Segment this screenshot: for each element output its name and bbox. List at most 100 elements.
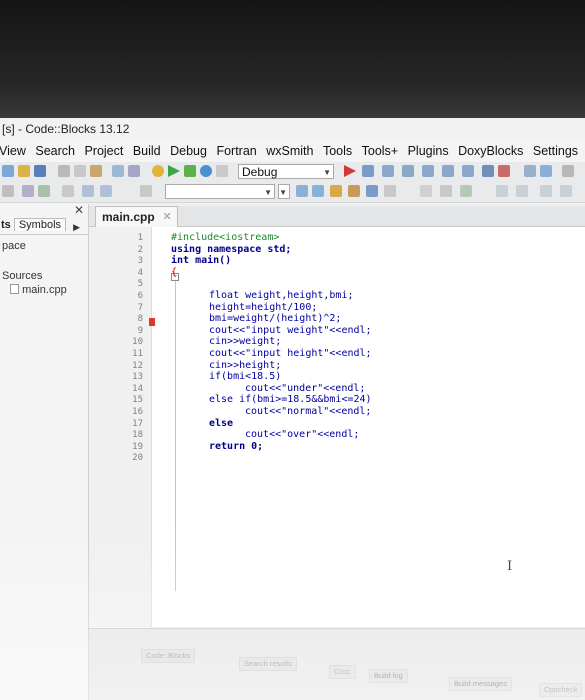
log-tab-cccc[interactable]: Cccc xyxy=(329,665,356,679)
file-node-main-cpp[interactable]: main.cpp xyxy=(10,284,67,296)
menu-tools-plus[interactable]: Tools+ xyxy=(359,140,401,162)
function-select[interactable]: ▼ xyxy=(165,184,275,199)
regex-icon[interactable] xyxy=(366,185,378,197)
run-to-cursor-icon[interactable] xyxy=(362,165,374,177)
tab-scroll-right-icon[interactable]: ▶ xyxy=(73,218,80,236)
build-icon[interactable] xyxy=(152,165,164,177)
jump-forward-icon[interactable] xyxy=(38,185,50,197)
fold-line xyxy=(175,281,176,591)
next-line-icon[interactable] xyxy=(382,165,394,177)
workspace-node[interactable]: pace xyxy=(2,240,26,252)
nav-forward-icon[interactable] xyxy=(312,185,324,197)
code-line: if(bmi<18.5) xyxy=(209,371,282,383)
line-number: 2 xyxy=(137,244,143,255)
match-icon[interactable] xyxy=(348,185,360,197)
panel-2-icon[interactable] xyxy=(440,185,452,197)
save-icon[interactable] xyxy=(34,165,46,177)
main-toolbar: Debug ▼ xyxy=(0,162,585,183)
line-number: 18 xyxy=(132,430,143,441)
menu-debug[interactable]: Debug xyxy=(167,140,210,162)
editor-tabs: main.cpp ✕ xyxy=(89,206,585,227)
code-line: float weight,height,bmi; xyxy=(209,290,354,301)
menu-project[interactable]: Project xyxy=(81,140,126,162)
tab-projects[interactable]: ts xyxy=(0,219,11,231)
code-line: { xyxy=(171,266,178,278)
panel-5-icon[interactable] xyxy=(516,185,528,197)
nav-back-icon[interactable] xyxy=(296,185,308,197)
log-tab-search-results[interactable]: Search results xyxy=(239,657,297,671)
paste-icon[interactable] xyxy=(90,165,102,177)
rebuild-icon[interactable] xyxy=(200,165,212,177)
line-number: 19 xyxy=(132,441,143,452)
replace-icon[interactable] xyxy=(128,165,140,177)
run-icon[interactable] xyxy=(168,165,180,177)
next-instruction-icon[interactable] xyxy=(442,165,454,177)
code-line: using namespace std; xyxy=(171,243,292,255)
file-icon xyxy=(10,284,19,294)
menu-fortran[interactable]: Fortran xyxy=(213,140,259,162)
pause-icon[interactable] xyxy=(482,165,494,177)
menu-plugins[interactable]: Plugins xyxy=(405,140,452,162)
menu-build[interactable]: Build xyxy=(130,140,164,162)
toolbar-more-icon[interactable] xyxy=(562,165,574,177)
prev-bookmark-icon[interactable] xyxy=(82,185,94,197)
code-line: cin>>weight; xyxy=(209,336,282,348)
symbol-select[interactable]: ▼ xyxy=(278,184,290,199)
sources-folder[interactable]: Sources xyxy=(2,270,42,282)
management-panel: ✕ ts Symbols ▶ pace Sources main.cpp xyxy=(0,203,89,700)
menu-view[interactable]: View xyxy=(0,140,29,162)
bookmark-icon[interactable] xyxy=(62,185,74,197)
breakpoint-marker[interactable] xyxy=(149,318,155,326)
log-tab-codeblocks[interactable]: Code::Blocks xyxy=(141,649,196,663)
open-file-icon[interactable] xyxy=(18,165,30,177)
panel-6-icon[interactable] xyxy=(540,185,552,197)
build-target-select[interactable]: Debug ▼ xyxy=(238,164,334,179)
jump-back-icon[interactable] xyxy=(22,185,34,197)
code-editor[interactable]: 1 2 3 4 5 6 7 8 9 10 11 12 13 14 15 16 17 18 19 20 − #inclu… xyxy=(89,227,585,627)
panel-4-icon[interactable] xyxy=(496,185,508,197)
debug-windows-icon[interactable] xyxy=(524,165,536,177)
step-out-icon[interactable] xyxy=(422,165,434,177)
new-file-icon[interactable] xyxy=(2,165,14,177)
selection-icon[interactable] xyxy=(384,185,396,197)
log-tab-build-log[interactable]: Build log xyxy=(369,669,408,683)
scope-icon[interactable] xyxy=(2,185,14,197)
stop-debug-icon[interactable] xyxy=(498,165,510,177)
copy-icon[interactable] xyxy=(74,165,86,177)
panel-1-icon[interactable] xyxy=(420,185,432,197)
logs-panel: Code::Blocks Search results Cccc Build l… xyxy=(89,628,585,700)
abort-icon[interactable] xyxy=(216,165,228,177)
build-run-icon[interactable] xyxy=(184,165,196,177)
panel-7-icon[interactable] xyxy=(560,185,572,197)
next-bookmark-icon[interactable] xyxy=(100,185,112,197)
panel-3-icon[interactable] xyxy=(460,185,472,197)
close-tab-icon[interactable]: ✕ xyxy=(162,207,171,227)
menu-doxyblocks[interactable]: DoxyBlocks xyxy=(455,140,526,162)
various-info-icon[interactable] xyxy=(540,165,552,177)
code-completion-icon[interactable] xyxy=(140,185,152,197)
chevron-down-icon: ▼ xyxy=(264,188,272,197)
line-number: 13 xyxy=(132,372,143,383)
log-tab-build-messages[interactable]: Build messages xyxy=(449,677,512,691)
line-number: 10 xyxy=(132,337,143,348)
menu-search[interactable]: Search xyxy=(32,140,78,162)
tab-symbols[interactable]: Symbols xyxy=(13,218,67,231)
code-line: else if(bmi>=18.5&&bmi<=24) xyxy=(209,394,372,406)
debug-run-icon[interactable] xyxy=(344,165,356,177)
code-line: #include<iostream> xyxy=(171,232,280,243)
step-instruction-icon[interactable] xyxy=(462,165,474,177)
code-line: height=height/100; xyxy=(209,301,318,313)
monitor-bezel xyxy=(0,0,585,120)
log-tab-cppcheck[interactable]: Cppcheck xyxy=(539,683,583,697)
line-number: 15 xyxy=(132,395,143,406)
close-icon[interactable]: ✕ xyxy=(74,203,84,217)
highlight-icon[interactable] xyxy=(330,185,342,197)
tab-main-cpp[interactable]: main.cpp ✕ xyxy=(95,206,178,227)
line-number: 20 xyxy=(132,453,143,464)
menu-wxsmith[interactable]: wxSmith xyxy=(263,140,316,162)
menu-tools[interactable]: Tools xyxy=(320,140,355,162)
menu-settings[interactable]: Settings xyxy=(530,140,581,162)
step-into-icon[interactable] xyxy=(402,165,414,177)
find-icon[interactable] xyxy=(112,165,124,177)
cut-icon[interactable] xyxy=(58,165,70,177)
